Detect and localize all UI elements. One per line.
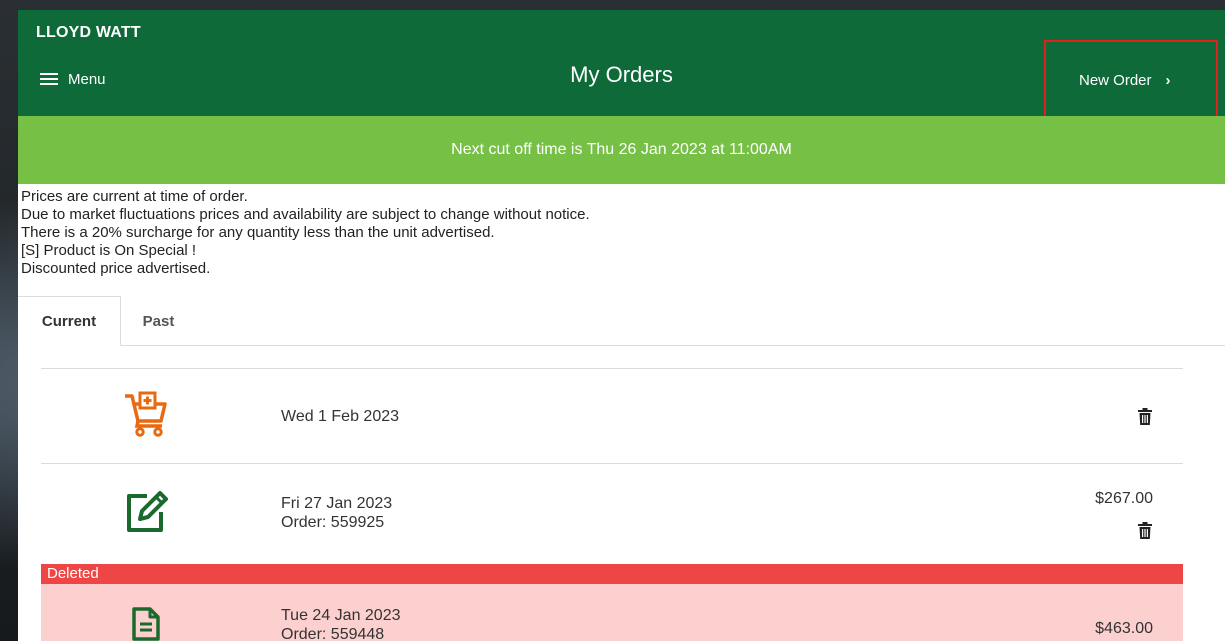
order-price: $463.00 — [1095, 620, 1153, 637]
user-name: LLOYD WATT — [36, 24, 141, 41]
order-number: Order: 559925 — [281, 514, 385, 531]
cart-add-icon[interactable] — [123, 391, 169, 437]
order-price: $267.00 — [1095, 490, 1153, 507]
trash-icon[interactable] — [1138, 522, 1152, 539]
notice-line: There is a 20% surcharge for any quantit… — [21, 224, 495, 241]
order-date: Fri 27 Jan 2023 — [281, 495, 393, 512]
trash-icon[interactable] — [1138, 408, 1152, 425]
notice-line: Discounted price advertised. — [21, 260, 211, 277]
order-row[interactable]: Fri 27 Jan 2023 Order: 559925 $267.00 — [41, 463, 1183, 564]
tab-past[interactable]: Past — [121, 296, 196, 346]
notices: Prices are current at time of order. Due… — [21, 188, 590, 278]
new-order-label: New Order — [1079, 72, 1152, 89]
document-icon[interactable] — [131, 606, 161, 641]
notice-line: Due to market fluctuations prices and av… — [21, 206, 590, 223]
chevron-right-icon: › — [1165, 72, 1171, 89]
order-info: Fri 27 Jan 2023 Order: 559925 — [281, 494, 392, 532]
notice-line: [S] Product is On Special ! — [21, 242, 197, 259]
order-date: Tue 24 Jan 2023 — [281, 607, 401, 624]
edit-icon[interactable] — [123, 488, 169, 534]
order-number: Order: 559448 — [281, 626, 385, 641]
tab-current[interactable]: Current — [18, 296, 121, 346]
cutoff-banner: Next cut off time is Thu 26 Jan 2023 at … — [18, 116, 1225, 184]
order-row[interactable]: Wed 1 Feb 2023 — [41, 368, 1183, 463]
app-window: LLOYD WATT Menu My Orders New Order › Ne… — [18, 10, 1225, 641]
order-row[interactable]: Tue 24 Jan 2023 Order: 559448 $463.00 — [41, 584, 1183, 641]
orders-list: Wed 1 Feb 2023 Fri 27 Jan 2023 Order: 55… — [41, 368, 1183, 641]
order-tabs: Current Past — [18, 296, 1225, 346]
order-date: Wed 1 Feb 2023 — [281, 408, 400, 425]
order-info: Wed 1 Feb 2023 — [281, 407, 399, 426]
new-order-button[interactable]: New Order › — [1044, 40, 1218, 128]
notice-line: Prices are current at time of order. — [21, 188, 248, 205]
deleted-status-banner: Deleted — [41, 564, 1183, 584]
order-info: Tue 24 Jan 2023 Order: 559448 — [281, 606, 401, 641]
